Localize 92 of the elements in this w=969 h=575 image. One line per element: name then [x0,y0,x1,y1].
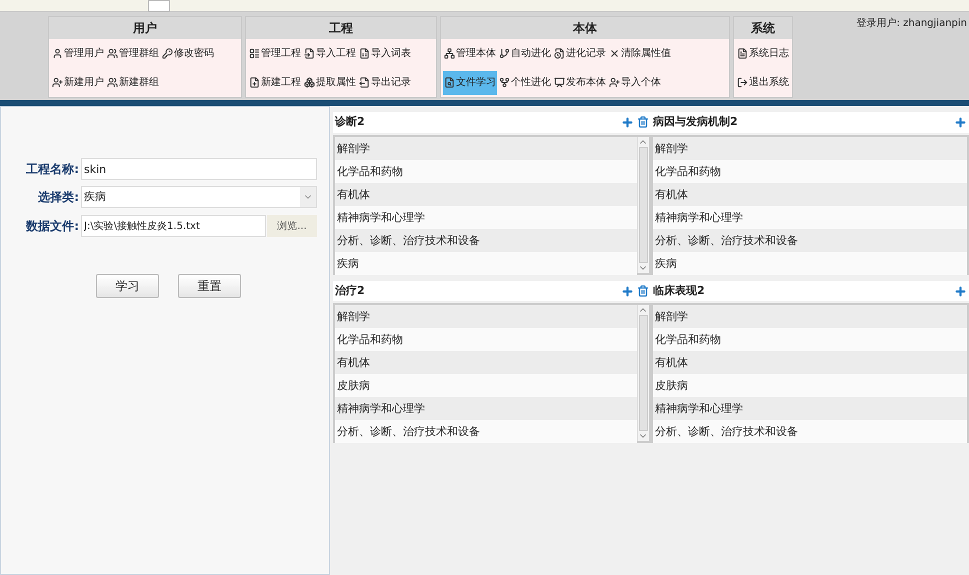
menu-item[interactable]: 修改密码 [161,42,215,66]
panel-title: 临床表现2 [653,282,705,299]
menu-item[interactable]: 导出记录 [358,70,412,94]
sheet-icon [359,48,370,59]
menu-item[interactable]: 管理群组 [106,42,160,66]
file-clock-icon [554,48,565,59]
add-icon[interactable] [954,284,967,298]
list-item[interactable]: 精神病学和心理学 [653,397,967,420]
list-item[interactable]: 有机体 [653,183,967,206]
branch-icon [499,48,510,59]
menu-item[interactable]: 退出系统 [736,70,790,94]
list-item[interactable]: 分析、诊断、治疗技术和设备 [653,229,967,252]
list-item[interactable]: 精神病学和心理学 [653,206,967,229]
menu-item[interactable]: 提取属性 [303,70,357,94]
delete-icon[interactable] [637,284,649,296]
menu-item[interactable]: 文件学习 [443,70,497,94]
panel-title: 治疗2 [335,282,365,299]
panel-title: 诊断2 [335,114,365,130]
panel-title: 病因与发病机制2 [653,114,738,130]
list-item[interactable]: 解剖学 [335,137,637,160]
menu-item[interactable]: 进化记录 [553,42,607,66]
reset-button[interactable]: 重置 [178,274,241,298]
fork-icon [499,77,510,88]
group-icon [107,48,118,59]
project-name-field[interactable]: skin [81,158,317,180]
list-item[interactable]: 化学品和药物 [653,160,967,183]
add-icon[interactable] [621,284,634,298]
add-person-icon [52,77,63,88]
person-icon [52,48,63,59]
menu-item[interactable]: 个性进化 [498,70,552,94]
login-user: 登录用户: zhangjianpin [856,16,967,31]
list-item[interactable]: 精神病学和心理学 [335,397,637,420]
list-item[interactable]: 分析、诊断、治疗技术和设备 [653,420,967,443]
delete-icon[interactable] [637,116,649,128]
menu-item[interactable]: 新建工程 [248,70,302,94]
scrollbar[interactable] [637,305,649,441]
document-icon [737,48,748,59]
boxes-icon [304,77,315,88]
menu-item[interactable]: 新建群组 [106,70,160,94]
menu-item[interactable]: 清除属性值 [608,42,672,66]
menu-item[interactable]: 管理用户 [51,42,105,66]
browser-tab[interactable] [148,0,170,12]
key-icon [162,48,173,59]
menu-item[interactable]: 管理工程 [248,42,302,66]
list-item[interactable]: 疾病 [653,252,967,275]
class-select[interactable]: 疾病 [81,186,317,208]
menu-item[interactable]: 导入词表 [358,42,412,66]
menu-item[interactable]: 发布本体 [553,70,607,94]
list-item[interactable]: 化学品和药物 [653,328,967,351]
list-item[interactable]: 有机体 [335,351,637,374]
add-icon[interactable] [954,116,967,129]
list-item[interactable]: 皮肤病 [335,374,637,397]
menu-item[interactable]: 管理本体 [443,42,497,66]
scrollbar[interactable] [637,137,649,273]
list-item[interactable]: 解剖学 [335,305,637,328]
field-label: 工程名称: [25,161,79,178]
menu-item[interactable]: 导入个体 [608,70,662,94]
list-item[interactable]: 化学品和药物 [335,328,637,351]
menu-item[interactable]: 系统日志 [736,42,790,66]
file-search-icon [444,77,455,88]
board-icon [554,77,565,88]
learn-button[interactable]: 学习 [96,274,159,298]
hierarchy-icon [444,48,455,59]
list-item[interactable]: 分析、诊断、治疗技术和设备 [335,420,637,443]
list-item[interactable]: 解剖学 [653,305,967,328]
browse-button[interactable]: 浏览... [267,215,317,237]
group-icon [107,77,118,88]
menu-group-title: 本体 [441,17,729,39]
list-item[interactable]: 精神病学和心理学 [335,206,637,229]
file-add-icon [249,77,260,88]
menu-item[interactable]: 新建用户 [51,70,105,94]
menu-item[interactable]: 自动进化 [498,42,552,66]
menu-group-title: 系统 [734,17,792,39]
list-item[interactable]: 有机体 [335,183,637,206]
list-item[interactable]: 疾病 [335,252,637,275]
field-label: 选择类: [37,189,79,206]
add-person-icon [609,77,620,88]
list-item[interactable]: 有机体 [653,351,967,374]
add-icon[interactable] [621,116,634,129]
close-icon [609,48,620,59]
list-item[interactable]: 化学品和药物 [335,160,637,183]
menu-group-title: 用户 [49,17,241,39]
file-export-icon [359,77,370,88]
list-icon [249,48,260,59]
field-label: 数据文件: [24,218,79,235]
list-item[interactable]: 解剖学 [653,137,967,160]
menu-item[interactable]: 导入工程 [303,42,357,66]
logout-icon [737,77,748,88]
list-item[interactable]: 皮肤病 [653,374,967,397]
menu-group-title: 工程 [246,17,436,39]
list-item[interactable]: 分析、诊断、治疗技术和设备 [335,229,637,252]
file-import-icon [304,48,315,59]
